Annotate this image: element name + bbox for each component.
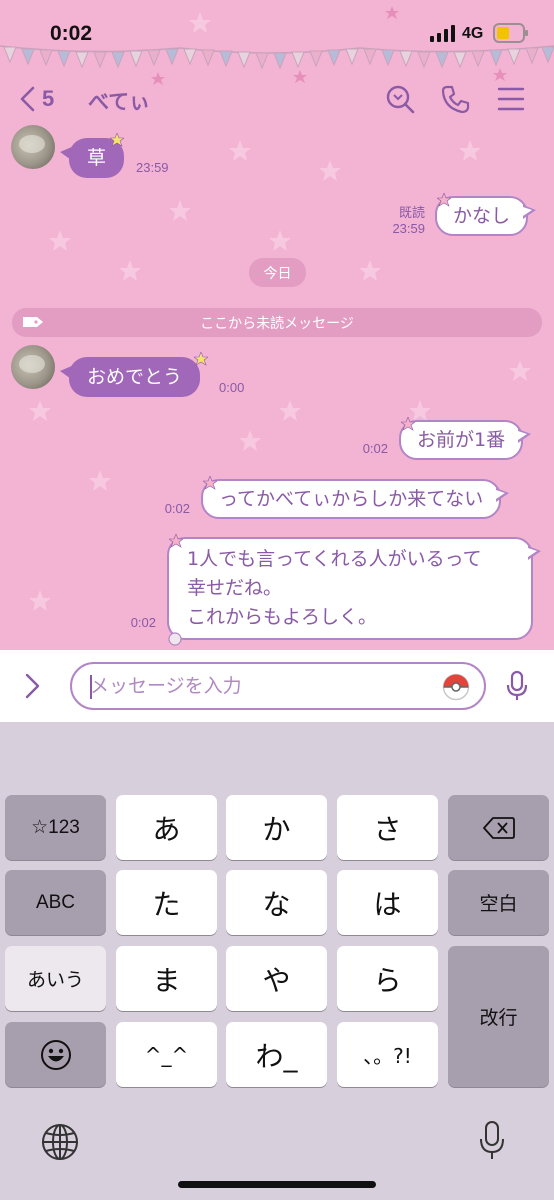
key-sa[interactable]: さ [337,795,438,860]
home-indicator[interactable] [178,1181,376,1188]
star-icon [203,476,217,490]
key-na[interactable]: な [226,870,327,935]
message-time: 23:59 [392,221,425,236]
message-time: 0:02 [164,501,190,516]
message-bubble-incoming[interactable]: おめでとう [59,357,201,397]
message-time: 0:02 [362,441,388,456]
message-text-line: 幸せだね。 [187,577,283,599]
key-punctuation[interactable]: 、。?! [337,1022,438,1087]
key-ma[interactable]: ま [116,946,217,1011]
japanese-keyboard: ☆123 あ か さ ABC た な は 空白 あいう ま や ら 改行 ^_^… [0,722,554,1200]
message-bubble-outgoing[interactable]: 1人でも言ってくれる人がいるって 幸せだね。 これからもよろしく。 [167,537,541,640]
unread-divider: ここから未読メッセージ [12,308,542,337]
star-icon [169,534,183,548]
stamp-icon[interactable] [442,673,470,701]
star-icon [110,133,124,147]
chevron-right-icon[interactable] [24,672,42,700]
chat-room: 0:02 4G 5 べてぃ 草 23:59 既読 23:59 かなし 今日 ここ… [0,0,554,650]
phone-icon[interactable] [440,84,470,114]
contact-name[interactable]: べてぃ [88,86,150,116]
star-icon [194,352,208,366]
message-bubble-outgoing[interactable]: ってかべてぃからしか来てない [201,479,510,519]
key-ya[interactable]: や [226,946,327,1011]
key-kaomoji[interactable]: ^_^ [116,1022,217,1087]
key-wa[interactable]: わ_ [226,1022,327,1087]
dictation-icon[interactable] [479,1120,505,1162]
chevron-left-icon [20,86,35,112]
message-text: おめでとう [87,366,183,388]
message-text: お前が1番 [417,429,506,451]
return-key[interactable]: 改行 [448,946,549,1087]
key-ha[interactable]: は [337,870,438,935]
scroll-indicator-icon [168,632,182,646]
message-input[interactable] [90,672,430,700]
kana-mode-key[interactable]: あいう [5,946,106,1011]
message-text: 草 [87,147,107,169]
emoji-key[interactable] [5,1022,106,1087]
space-key[interactable]: 空白 [448,870,549,935]
message-text: かなし [453,205,511,227]
message-bubble-outgoing[interactable]: お前が1番 [399,420,532,460]
unread-chat-count: 5 [42,86,55,111]
menu-icon[interactable] [497,84,527,114]
backspace-icon [482,816,515,839]
message-text: ってかべてぃからしか来てない [219,488,484,510]
abc-key[interactable]: ABC [5,870,106,935]
key-ta[interactable]: た [116,870,217,935]
globe-icon[interactable] [40,1122,80,1162]
star-icon [401,417,415,431]
emoji-icon [40,1039,71,1070]
mic-icon[interactable] [505,670,529,702]
back-button[interactable]: 5 [18,84,54,114]
search-icon[interactable] [385,84,415,114]
symbols-key[interactable]: ☆123 [5,795,106,860]
contact-avatar[interactable] [11,125,55,169]
bunting-decoration [0,45,554,70]
message-text-line: 1人でも言ってくれる人がいるって [187,548,482,570]
key-ra[interactable]: ら [337,946,438,1011]
message-input-bar [0,650,554,722]
backspace-key[interactable] [448,795,549,860]
text-cursor [90,675,92,699]
key-a[interactable]: あ [116,795,217,860]
date-divider: 今日 [249,258,306,287]
message-time: 0:02 [130,615,156,630]
tag-icon [23,317,43,327]
message-input-field[interactable] [70,662,486,710]
key-ka[interactable]: か [226,795,327,860]
star-icon [437,193,451,207]
message-text-line: これからもよろしく。 [187,606,378,628]
unread-divider-label: ここから未読メッセージ [200,315,354,332]
message-time: 23:59 [136,160,169,175]
read-receipt: 既読 [398,205,425,220]
message-time: 0:00 [219,380,245,395]
contact-avatar[interactable] [11,345,55,389]
